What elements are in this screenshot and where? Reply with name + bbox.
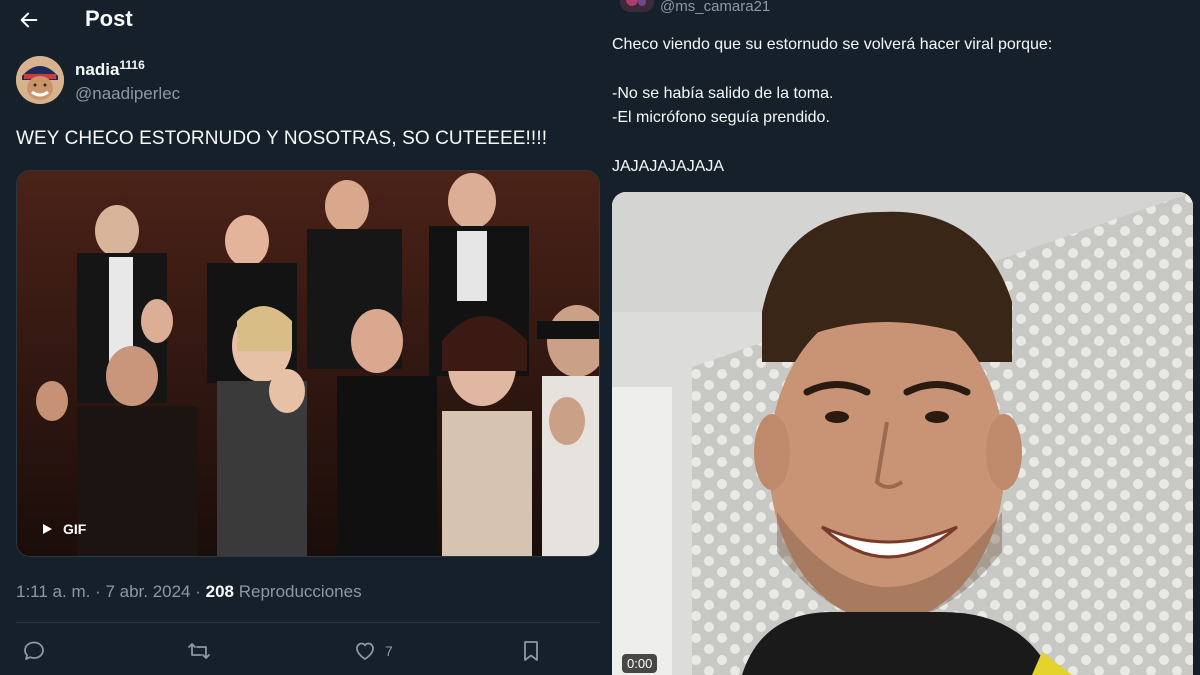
avatar[interactable] — [16, 56, 64, 104]
main-post-panel: Post nadia1116 @naadiperlec WEY CHECO ES… — [0, 0, 600, 675]
author-name[interactable]: nadia1116 — [75, 58, 145, 80]
gif-label: GIF — [63, 521, 87, 537]
bookmark-button[interactable] — [520, 639, 542, 663]
quoted-text-line: -El micrófono seguía prendido. — [612, 109, 830, 126]
repost-icon — [188, 643, 210, 659]
quoted-avatar[interactable] — [620, 0, 654, 12]
post-timestamp[interactable]: 1:11 a. m. · 7 abr. 2024 · — [16, 582, 206, 601]
play-icon — [43, 524, 52, 534]
reply-icon — [24, 641, 44, 660]
screenshot: Post nadia1116 @naadiperlec WEY CHECO ES… — [0, 0, 1200, 675]
author-name-superscript: 1116 — [119, 58, 145, 72]
top-bar: Post — [0, 0, 600, 40]
video-thumbnail-image — [612, 192, 1193, 675]
gif-badge[interactable]: GIF — [41, 521, 86, 537]
back-button[interactable] — [14, 6, 44, 34]
quoted-text-line: -No se había salido de la toma. — [612, 85, 834, 102]
reply-button[interactable] — [22, 639, 46, 663]
gif-media[interactable]: GIF — [16, 170, 600, 557]
video-timecode: 0:00 — [622, 654, 658, 673]
author-handle[interactable]: @naadiperlec — [75, 84, 180, 104]
views-count: 208 — [205, 582, 234, 601]
post-metadata: 1:11 a. m. · 7 abr. 2024 · 208 Reproducc… — [16, 582, 362, 602]
like-count: 7 — [385, 643, 393, 659]
arrow-left-icon — [20, 12, 38, 28]
bookmark-icon — [524, 641, 538, 661]
author-name-text: nadia — [75, 60, 120, 79]
audience-gif-image — [17, 171, 599, 556]
post-text: WEY CHECO ESTORNUDO Y NOSOTRAS, SO CUTEE… — [16, 128, 548, 149]
action-bar: 7 — [0, 635, 600, 671]
like-button[interactable]: 7 — [353, 639, 393, 663]
quoted-author-handle[interactable]: @ms_camara21 — [660, 0, 770, 15]
views-label: Reproducciones — [234, 582, 362, 601]
heart-icon — [356, 642, 374, 660]
quoted-text-line: Checo viendo que su estornudo se volverá… — [612, 36, 1053, 53]
divider — [16, 622, 600, 623]
quoted-post-panel[interactable]: @ms_camara21 Checo viendo que su estornu… — [600, 0, 1200, 675]
page-title: Post — [85, 6, 133, 31]
video-media[interactable]: 0:00 — [612, 192, 1193, 675]
quoted-text-line: JAJAJAJAJAJA — [612, 158, 725, 175]
repost-button[interactable] — [186, 639, 212, 663]
